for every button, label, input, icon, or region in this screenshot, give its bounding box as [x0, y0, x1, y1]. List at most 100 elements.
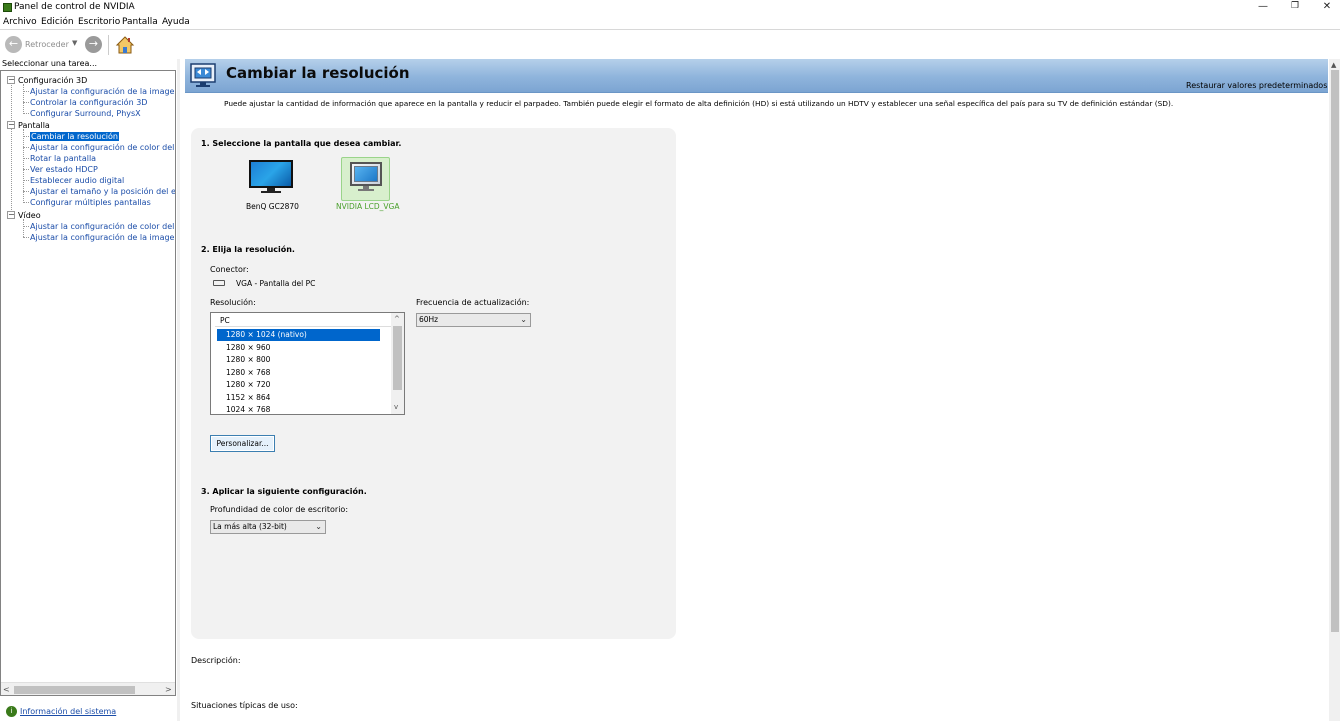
tree-guide — [23, 202, 29, 203]
refresh-rate-label: Frecuencia de actualización: — [416, 298, 530, 307]
resolution-option[interactable]: 1152 × 864 — [217, 392, 380, 404]
tree-item-multiple-displays[interactable]: Configurar múltiples pantallas — [30, 197, 151, 208]
description-label: Descripción: — [191, 656, 241, 665]
tree-guide — [23, 191, 29, 192]
display-nvidia[interactable] — [350, 162, 382, 194]
nvidia-app-icon — [3, 3, 12, 12]
step2-title: 2. Elija la resolución. — [201, 245, 295, 254]
maximize-button[interactable]: ❐ — [1279, 0, 1311, 14]
tree-guide — [23, 158, 29, 159]
scrollbar-thumb[interactable] — [14, 686, 135, 694]
tree-item-rotate-display[interactable]: Rotar la pantalla — [30, 153, 96, 164]
home-icon[interactable] — [115, 35, 135, 55]
resolution-option[interactable]: 1280 × 1024 (nativo) — [217, 329, 380, 341]
resolution-option[interactable]: 1280 × 768 — [217, 367, 380, 379]
minimize-button[interactable]: — — [1247, 0, 1279, 14]
tree-guide — [23, 84, 24, 114]
scroll-up-icon[interactable]: ▲ — [1331, 61, 1336, 69]
menu-ayuda[interactable]: Ayuda — [162, 17, 190, 27]
history-dropdown-icon[interactable]: ▼ — [72, 39, 77, 47]
color-depth-value: La más alta (32-bit) — [213, 522, 287, 531]
resolution-option[interactable]: 1280 × 800 — [217, 354, 380, 366]
tree-guide — [23, 113, 29, 114]
tree-category-display[interactable]: Pantalla — [18, 120, 50, 131]
monitor-screen-icon — [354, 166, 378, 182]
monitor-icon — [249, 160, 293, 188]
tree-guide — [23, 169, 29, 170]
tree-guide — [23, 237, 29, 238]
title-bar — [0, 0, 1340, 14]
connector-value: VGA - Pantalla del PC — [236, 279, 316, 288]
connector-label: Conector: — [210, 265, 249, 274]
forward-arrow-icon[interactable]: → — [85, 36, 102, 53]
system-info-icon: i — [6, 706, 17, 717]
chevron-down-icon: ⌄ — [315, 522, 322, 531]
scroll-left-icon[interactable]: < — [3, 685, 10, 694]
chevron-down-icon: ⌄ — [520, 315, 527, 324]
page-description: Puede ajustar la cantidad de información… — [224, 99, 1174, 108]
resolution-option[interactable]: 1024 × 768 — [217, 404, 380, 414]
tree-guide — [23, 180, 29, 181]
scroll-right-icon[interactable]: > — [165, 685, 172, 694]
display-benq-label[interactable]: BenQ GC2870 — [246, 202, 299, 211]
typical-usage-label: Situaciones típicas de uso: — [191, 701, 298, 710]
menu-bar: Archivo Edición Escritorio Pantalla Ayud… — [0, 15, 1340, 28]
tree-item-3d-settings[interactable]: Controlar la configuración 3D — [30, 97, 147, 108]
resolution-group-header: PC — [215, 315, 393, 327]
resolution-option[interactable]: 1280 × 720 — [217, 379, 380, 391]
system-info-link[interactable]: Información del sistema — [20, 707, 116, 716]
tree-category-3d[interactable]: Configuración 3D — [18, 75, 87, 86]
monitor-base — [261, 191, 281, 193]
tree-guide — [23, 219, 24, 237]
step1-title: 1. Seleccione la pantalla que desea camb… — [201, 139, 402, 148]
scrollbar-thumb[interactable] — [393, 326, 402, 390]
panel-splitter[interactable] — [177, 59, 180, 721]
collapse-icon[interactable]: − — [7, 121, 15, 129]
customize-button[interactable]: Personalizar... — [210, 435, 275, 452]
back-arrow-icon[interactable]: ← — [5, 36, 22, 53]
menu-edicion[interactable]: Edición — [41, 17, 74, 27]
scroll-down-icon[interactable]: v — [394, 403, 398, 411]
tree-item-surround-physx[interactable]: Configurar Surround, PhysX — [30, 108, 141, 119]
scroll-up-icon[interactable]: ^ — [394, 315, 400, 323]
toolbar-separator — [108, 35, 109, 55]
tree-guide — [23, 226, 29, 227]
tree-guide — [23, 91, 29, 92]
tree-guide — [23, 102, 29, 103]
back-label[interactable]: Retroceder — [25, 40, 69, 49]
step3-title: 3. Aplicar la siguiente configuración. — [201, 487, 367, 496]
resolution-label: Resolución: — [210, 298, 256, 307]
scrollbar-thumb[interactable] — [1331, 70, 1339, 632]
collapse-icon[interactable]: − — [7, 76, 15, 84]
tree-guide — [11, 80, 12, 216]
monitor-base — [358, 189, 374, 191]
tree-category-video[interactable]: Vídeo — [18, 210, 41, 221]
display-benq[interactable] — [249, 160, 293, 196]
tree-item-desktop-size[interactable]: Ajustar el tamaño y la posición del escr… — [30, 186, 175, 197]
vga-connector-icon — [213, 280, 225, 286]
tree-item-video-color[interactable]: Ajustar la configuración de color del ví… — [30, 221, 175, 232]
color-depth-label: Profundidad de color de escritorio: — [210, 505, 349, 514]
refresh-rate-dropdown[interactable]: 60Hz ⌄ — [416, 313, 531, 327]
tree-item-desktop-color[interactable]: Ajustar la configuración de color del es… — [30, 142, 175, 153]
toolbar: ← Retroceder ▼ → — [0, 29, 1340, 59]
display-nvidia-label[interactable]: NVIDIA LCD_VGA — [336, 202, 399, 211]
close-button[interactable]: ✕ — [1311, 0, 1340, 14]
tree-item-change-resolution[interactable]: Cambiar la resolución — [30, 131, 119, 142]
task-tree[interactable]: − Configuración 3D Ajustar la configurac… — [0, 70, 176, 696]
restore-defaults-link[interactable]: Restaurar valores predeterminados — [1186, 81, 1327, 90]
resolution-option[interactable]: 1280 × 960 — [217, 342, 380, 354]
tree-item-label: Cambiar la resolución — [30, 132, 119, 141]
resolution-listbox[interactable]: PC 1280 × 1024 (nativo) 1280 × 960 1280 … — [210, 312, 405, 415]
tree-item-video-image[interactable]: Ajustar la configuración de la imagen de… — [30, 232, 175, 243]
color-depth-dropdown[interactable]: La más alta (32-bit) ⌄ — [210, 520, 326, 534]
menu-pantalla[interactable]: Pantalla — [122, 17, 158, 27]
menu-escritorio[interactable]: Escritorio — [78, 17, 120, 27]
collapse-icon[interactable]: − — [7, 211, 15, 219]
tree-item-digital-audio[interactable]: Establecer audio digital — [30, 175, 124, 186]
menu-archivo[interactable]: Archivo — [3, 17, 37, 27]
tree-item-hdcp[interactable]: Ver estado HDCP — [30, 164, 98, 175]
tree-item-image-settings[interactable]: Ajustar la configuración de la imagen co… — [30, 86, 175, 97]
page-title: Cambiar la resolución — [226, 64, 410, 82]
sidebar-horizontal-scrollbar[interactable]: < > — [1, 682, 175, 695]
